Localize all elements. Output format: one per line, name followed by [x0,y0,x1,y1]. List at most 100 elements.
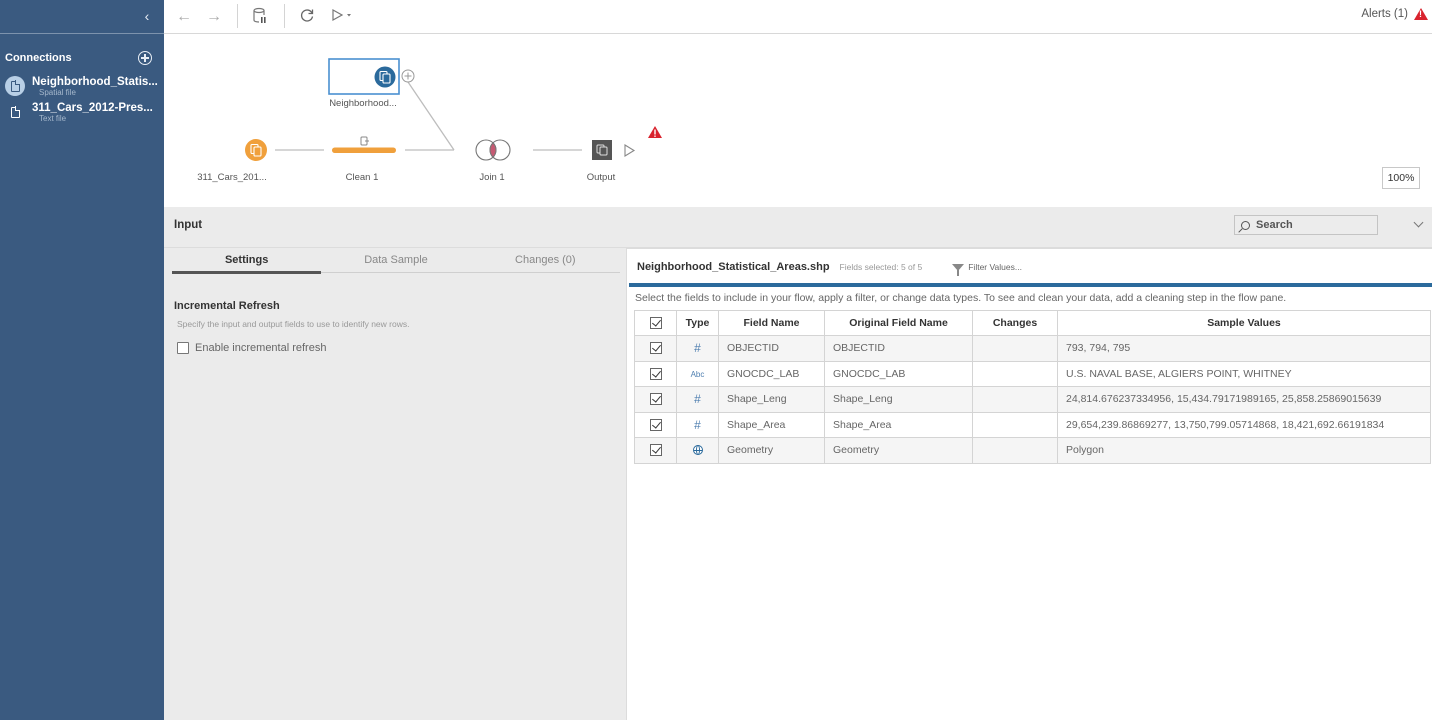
fields-panel: Neighborhood_Statistical_Areas.shp Field… [626,248,1432,720]
table-row[interactable]: # OBJECTID OBJECTID 793, 794, 795 [634,335,1431,362]
globe-icon [692,445,703,456]
chevron-left-icon[interactable]: ‹ [140,8,154,24]
table-row[interactable]: # Shape_Area Shape_Area 29,654,239.86869… [634,411,1431,438]
row-checkbox[interactable] [649,418,662,431]
original-field-name-cell: Geometry [824,437,973,464]
filter-values-label: Filter Values... [968,262,1022,272]
column-header-field-name[interactable]: Field Name [718,310,825,336]
connections-title: Connections [5,52,72,64]
arrow-left-icon[interactable]: ← [175,7,193,27]
field-name-cell[interactable]: Shape_Leng [718,386,825,413]
incremental-refresh-title: Incremental Refresh [174,300,280,312]
panel-tabs: Settings Data Sample Changes (0) [172,251,620,274]
join-node[interactable] [475,139,511,161]
number-type-icon: # [694,341,701,356]
string-type-icon: Abc [690,369,705,379]
checkbox-label: Enable incremental refresh [195,342,327,354]
search-icon [1241,220,1250,230]
connection-item-neighborhood[interactable]: Neighborhood_Statis... Spatial file [4,76,160,100]
column-header-sample-values[interactable]: Sample Values [1057,310,1431,336]
select-all-checkbox-cell[interactable] [634,310,677,336]
enable-incremental-refresh-checkbox[interactable]: Enable incremental refresh [177,342,326,354]
refresh-icon[interactable] [298,7,316,27]
sample-values-cell: U.S. NAVAL BASE, ALGIERS POINT, WHITNEY [1057,360,1431,387]
changes-cell [972,360,1058,387]
table-row[interactable]: Geometry Geometry Polygon [634,437,1431,464]
sample-values-cell: 24,814.676237334956, 15,434.79171989165,… [1057,386,1431,413]
changes-cell [972,437,1058,464]
connections-sidebar: ‹ Connections Neighborhood_Statis... Spa… [0,0,164,720]
field-name-cell[interactable]: OBJECTID [718,335,825,362]
original-field-name-cell: Shape_Area [824,411,973,438]
type-cell[interactable]: # [676,335,719,362]
fields-table: Type Field Name Original Field Name Chan… [634,310,1431,464]
row-checkbox[interactable] [649,342,662,355]
fields-description: Select the fields to include in your flo… [635,292,1287,304]
row-checkbox[interactable] [649,444,662,457]
alerts-label: Alerts (1) [1361,8,1408,20]
original-field-name-cell: GNOCDC_LAB [824,360,973,387]
row-checkbox-cell[interactable] [634,360,677,387]
type-cell[interactable] [676,437,719,464]
connection-type: Text file [39,114,67,123]
sample-values-cell: Polygon [1057,437,1431,464]
row-checkbox-cell[interactable] [634,411,677,438]
original-field-name-cell: Shape_Leng [824,386,973,413]
warning-icon [648,126,662,138]
type-cell[interactable]: # [676,386,719,413]
run-flow-button[interactable] [330,7,354,27]
table-header-row: Type Field Name Original Field Name Chan… [634,310,1431,336]
checkbox[interactable] [177,342,189,354]
sidebar-header: ‹ [0,0,164,34]
run-output-icon[interactable] [624,144,636,157]
file-name: Neighborhood_Statistical_Areas.shp [637,261,830,273]
tab-changes[interactable]: Changes (0) [471,251,620,272]
changes-cell [972,411,1058,438]
number-type-icon: # [694,392,701,407]
original-field-name-cell: OBJECTID [824,335,973,362]
connection-item-311-cars[interactable]: 311_Cars_2012-Pres... Text file [4,102,160,126]
clean-step-node[interactable] [332,147,396,154]
plus-circle-icon[interactable] [138,51,152,65]
column-header-original-field-name[interactable]: Original Field Name [824,310,973,336]
row-checkbox[interactable] [649,367,662,380]
search-placeholder: Search [1256,219,1293,231]
alerts-button[interactable]: Alerts (1) [1361,8,1428,20]
changes-cell [972,386,1058,413]
row-checkbox-cell[interactable] [634,335,677,362]
filter-values-button[interactable]: Filter Values... [952,262,1022,276]
field-name-cell[interactable]: GNOCDC_LAB [718,360,825,387]
top-toolbar: ← → Alerts (1) [164,0,1432,34]
sample-values-cell: 29,654,239.86869277, 13,750,799.05714868… [1057,411,1431,438]
tab-settings[interactable]: Settings [172,251,322,274]
row-checkbox[interactable] [649,393,662,406]
sample-values-cell: 793, 794, 795 [1057,335,1431,362]
row-checkbox-cell[interactable] [634,437,677,464]
arrow-right-icon[interactable]: → [205,7,223,27]
field-name-cell[interactable]: Shape_Area [718,411,825,438]
table-row[interactable]: # Shape_Leng Shape_Leng 24,814.676237334… [634,386,1431,413]
node-label: Join 1 [479,172,505,183]
column-header-type[interactable]: Type [676,310,719,336]
tab-data-sample[interactable]: Data Sample [321,251,470,272]
column-header-changes[interactable]: Changes [972,310,1058,336]
flow-canvas[interactable]: Neighborhood... 311_Cars_201... Clean 1 … [164,34,1432,207]
field-name-cell[interactable]: Geometry [718,437,825,464]
select-all-checkbox[interactable] [649,317,662,330]
fields-selected-count: Fields selected: 5 of 5 [839,262,923,272]
search-input[interactable]: Search [1234,215,1378,235]
node-label: Output [586,172,616,183]
table-row[interactable]: Abc GNOCDC_LAB GNOCDC_LAB U.S. NAVAL BAS… [634,360,1431,387]
document-icon [5,76,25,96]
fields-panel-header: Neighborhood_Statistical_Areas.shp Field… [637,261,1022,276]
node-label: Neighborhood... [329,98,397,109]
database-pause-icon[interactable] [252,7,268,27]
type-cell[interactable]: Abc [676,360,719,387]
chevron-down-icon[interactable] [1413,217,1424,228]
type-cell[interactable]: # [676,411,719,438]
row-checkbox-cell[interactable] [634,386,677,413]
zoom-level[interactable]: 100% [1382,167,1420,189]
connection-type: Spatial file [39,88,76,97]
accent-bar [629,283,1432,287]
connection-name: Neighborhood_Statis... [32,76,158,88]
